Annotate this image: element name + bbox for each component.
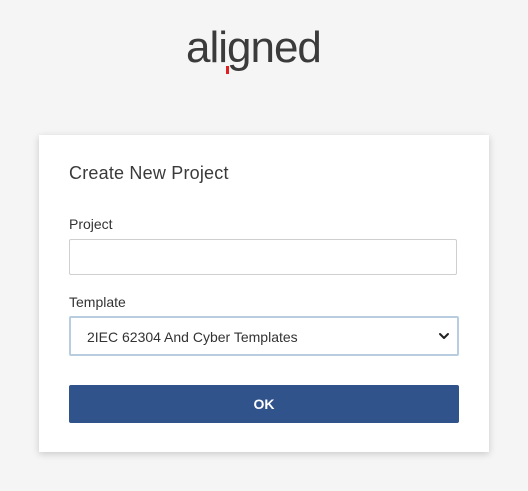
logo-accent-mark [226,66,229,74]
aligned-logo: aligned [0,22,528,82]
chevron-down-icon [439,333,449,339]
ok-button[interactable]: OK [69,385,459,423]
project-input[interactable] [69,239,457,275]
create-project-dialog: Create New Project Project Template 2IEC… [39,135,489,452]
template-label: Template [69,294,126,310]
template-selected-value: 2IEC 62304 And Cyber Templates [87,329,298,345]
logo-text: aligned [186,23,321,72]
project-label: Project [69,216,113,232]
dialog-title: Create New Project [69,163,229,183]
aligned-logo-mark: aligned [186,23,322,74]
template-select[interactable]: 2IEC 62304 And Cyber Templates [69,316,459,356]
